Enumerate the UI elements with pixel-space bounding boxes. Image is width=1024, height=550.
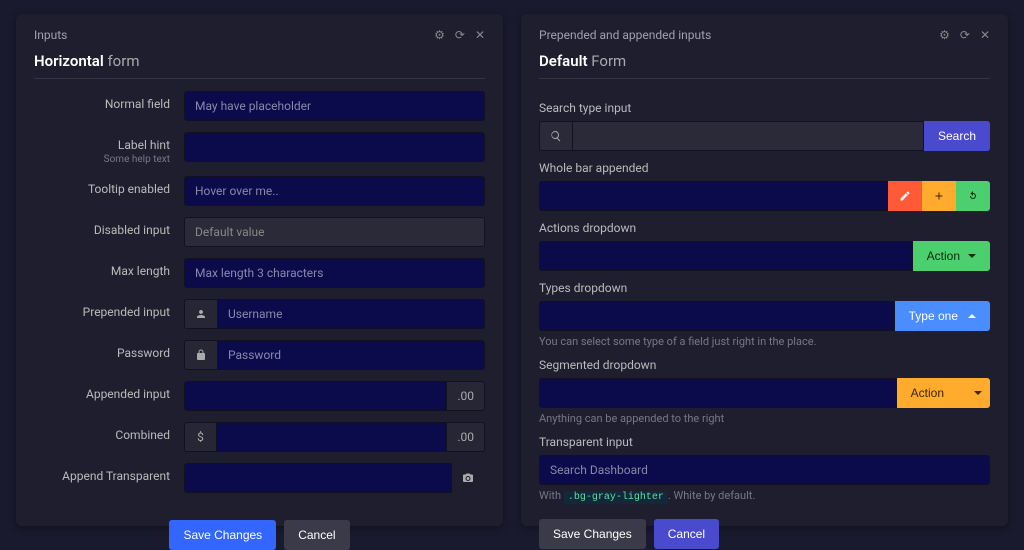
actions-group: Action (539, 241, 990, 271)
close-icon[interactable]: ✕ (475, 28, 485, 42)
password-input[interactable]: Password (217, 340, 485, 370)
row-password: Password Password (34, 340, 485, 370)
form-title: Default Form (539, 52, 990, 79)
user-icon (184, 299, 217, 329)
search-label: Search type input (539, 101, 990, 115)
types-input[interactable] (539, 301, 895, 331)
username-input[interactable]: Username (217, 299, 485, 329)
gear-icon[interactable]: ⚙ (434, 28, 445, 42)
close-icon[interactable]: ✕ (980, 28, 990, 42)
row-appended: Appended input .00 (34, 381, 485, 411)
actions-label: Actions dropdown (539, 221, 990, 235)
transparent-append-input[interactable] (184, 463, 452, 493)
search-group: Search (539, 121, 990, 151)
plus-icon[interactable] (922, 181, 956, 211)
actions-input[interactable] (539, 241, 913, 271)
row-append-transparent: Append Transparent (34, 463, 485, 493)
transparent-input[interactable]: Search Dashboard (539, 455, 990, 485)
normal-input[interactable]: May have placeholder (184, 91, 485, 121)
label: Combined (34, 422, 184, 442)
search-icon (539, 121, 572, 151)
chevron-up-icon (968, 310, 976, 318)
refresh-icon[interactable]: ⟳ (455, 28, 465, 42)
row-label-hint: Label hint Some help text (34, 132, 485, 165)
hint-input[interactable] (184, 132, 485, 162)
label: Normal field (34, 91, 184, 111)
panel-title: Inputs (34, 28, 67, 42)
types-group: Type one (539, 301, 990, 331)
types-label: Types dropdown (539, 281, 990, 295)
action-dropdown[interactable]: Action (913, 241, 990, 271)
row-disabled: Disabled input Default value (34, 217, 485, 247)
cancel-button[interactable]: Cancel (284, 520, 349, 550)
tooltip-input[interactable]: Hover over me.. (184, 176, 485, 206)
segmented-action-button[interactable]: Action (897, 378, 958, 408)
lock-icon (184, 340, 217, 370)
label: Prepended input (34, 299, 184, 319)
transparent-group: Search Dashboard (539, 455, 990, 485)
cancel-button[interactable]: Cancel (654, 519, 719, 549)
suffix-00: .00 (447, 422, 485, 452)
save-button[interactable]: Save Changes (169, 520, 276, 550)
save-button[interactable]: Save Changes (539, 519, 646, 549)
bar-input[interactable] (539, 181, 888, 211)
segmented-group: Action (539, 378, 990, 408)
panel-footer: Save Changes Cancel (34, 520, 485, 550)
segmented-caret[interactable] (958, 378, 990, 408)
segmented-input[interactable] (539, 378, 897, 408)
maxlength-input[interactable]: Max length 3 characters (184, 258, 485, 288)
search-button[interactable]: Search (924, 121, 990, 151)
prefix-dollar: $ (184, 422, 216, 452)
form-title: Horizontal form (34, 52, 485, 79)
label: Disabled input (34, 217, 184, 237)
bar-label: Whole bar appended (539, 161, 990, 175)
row-combined: Combined $ .00 (34, 422, 485, 452)
label: Label hint Some help text (34, 132, 184, 165)
row-normal-field: Normal field May have placeholder (34, 91, 485, 121)
segmented-help: Anything can be appended to the right (539, 412, 990, 425)
transparent-label: Transparent input (539, 435, 990, 449)
panel-actions: ⚙ ⟳ ✕ (434, 28, 485, 42)
panel-actions: ⚙ ⟳ ✕ (939, 28, 990, 42)
label: Append Transparent (34, 463, 184, 483)
label: Appended input (34, 381, 184, 401)
camera-icon[interactable] (452, 463, 485, 493)
gear-icon[interactable]: ⚙ (939, 28, 950, 42)
refresh-icon[interactable]: ⟳ (960, 28, 970, 42)
label: Password (34, 340, 184, 360)
label: Max length (34, 258, 184, 278)
code-badge: .bg-gray-lighter (564, 491, 668, 504)
suffix-00: .00 (447, 381, 485, 411)
inputs-panel: Inputs ⚙ ⟳ ✕ Horizontal form Normal fiel… (16, 14, 503, 526)
combined-input[interactable] (216, 422, 447, 452)
row-tooltip: Tooltip enabled Hover over me.. (34, 176, 485, 206)
row-prepended: Prepended input Username (34, 299, 485, 329)
disabled-input: Default value (184, 217, 485, 247)
panel-title: Prepended and appended inputs (539, 28, 711, 42)
row-max-length: Max length Max length 3 characters (34, 258, 485, 288)
types-help: You can select some type of a field just… (539, 335, 990, 348)
type-dropdown[interactable]: Type one (895, 301, 990, 331)
search-input[interactable] (572, 121, 924, 151)
bar-group (539, 181, 990, 211)
segmented-label: Segmented dropdown (539, 358, 990, 372)
pencil-icon[interactable] (888, 181, 922, 211)
transparent-help: With .bg-gray-lighter. White by default. (539, 489, 990, 503)
label: Tooltip enabled (34, 176, 184, 196)
panel-footer: Save Changes Cancel (539, 519, 990, 549)
prepended-appended-panel: Prepended and appended inputs ⚙ ⟳ ✕ Defa… (521, 14, 1008, 526)
appended-input[interactable] (184, 381, 447, 411)
panel-header: Inputs ⚙ ⟳ ✕ (34, 28, 485, 42)
refresh-icon[interactable] (956, 181, 990, 211)
panel-header: Prepended and appended inputs ⚙ ⟳ ✕ (539, 28, 990, 42)
